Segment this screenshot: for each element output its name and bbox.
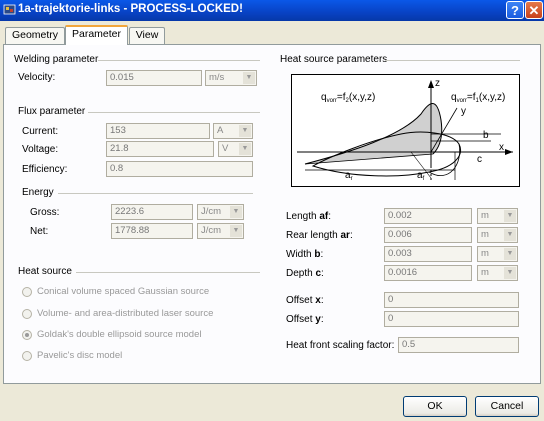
rear-length-unit: m [481,229,489,240]
b-label: b [483,130,489,141]
net-unit: J/cm [201,225,222,236]
heat-params-header: Heat source parameters [280,54,388,65]
chevron-down-icon: ▼ [230,225,242,237]
chevron-down-icon: ▼ [239,125,251,137]
radio-laser[interactable] [22,309,32,319]
net-label: Net: [30,226,49,237]
gross-label: Gross: [30,207,60,218]
rear-length-unit-select[interactable]: m ▼ [477,227,518,243]
length-field[interactable]: 0.002 [384,208,472,224]
net-field[interactable]: 1778.88 [111,223,193,239]
efficiency-label: Efficiency: [22,164,68,175]
tab-view[interactable]: View [129,27,165,44]
welding-divider [98,60,260,61]
scaling-factor-field[interactable]: 0.5 [398,337,519,353]
depth-unit-select[interactable]: m ▼ [477,265,518,281]
tab-geometry[interactable]: Geometry [5,27,65,44]
chevron-down-icon: ▼ [504,229,516,241]
welding-header: Welding parameter [14,54,99,65]
voltage-unit: V [222,143,229,154]
length-unit: m [481,210,489,221]
radio-conical-label: Conical volume spaced Gaussian source [37,286,210,297]
radio-conical[interactable] [22,287,32,297]
width-unit-select[interactable]: m ▼ [477,246,518,262]
offset-x-label: Offset x: [286,295,324,306]
chevron-down-icon: ▼ [504,248,516,260]
velocity-label: Velocity: [18,72,56,83]
length-unit-select[interactable]: m ▼ [477,208,518,224]
offset-x-field[interactable]: 0 [384,292,519,308]
chevron-down-icon: ▼ [504,210,516,222]
energy-header: Energy [22,187,54,198]
heat-source-divider [76,272,260,273]
voltage-unit-select[interactable]: V ▼ [218,141,253,157]
radio-goldak-label: Goldak's double ellipsoid source model [37,329,202,340]
energy-divider [58,193,253,194]
depth-unit: m [481,267,489,278]
voltage-label: Voltage: [22,144,59,155]
length-label: Length af: [286,211,332,222]
gross-field[interactable]: 2223.6 [111,204,193,220]
width-label: Width b: [286,249,324,260]
velocity-unit-select[interactable]: m/s ▼ [205,70,257,86]
efficiency-field[interactable]: 0.8 [106,161,253,177]
window-title: 1a-trajektorie-links - PROCESS-LOCKED! [18,3,243,15]
velocity-unit: m/s [209,72,225,83]
width-unit: m [481,248,489,259]
scaling-factor-label: Heat front scaling factor: [286,340,395,351]
c-label: c [477,154,482,165]
chevron-down-icon: ▼ [230,206,242,218]
offset-y-label: Offset y: [286,314,324,325]
gross-unit: J/cm [201,206,222,217]
x-axis-label: x [499,142,504,153]
y-axis-label: y [461,106,466,117]
chevron-down-icon: ▼ [243,72,255,84]
radio-pavelic[interactable] [22,351,32,361]
offset-y-field[interactable]: 0 [384,311,519,327]
ok-button[interactable]: OK [403,396,467,417]
voltage-field[interactable]: 21.8 [106,141,214,157]
radio-goldak[interactable] [22,330,32,340]
close-button[interactable]: ✕ [525,1,543,19]
depth-field[interactable]: 0.0016 [384,265,472,281]
rear-length-field[interactable]: 0.006 [384,227,472,243]
app-icon [3,4,16,15]
goldak-diagram: qvorr=f2(x,y,z) qvorr=f1(x,y,z) z y x b … [291,74,520,187]
heat-source-header: Heat source [18,266,72,277]
cancel-button[interactable]: Cancel [475,396,539,417]
flux-header: Flux parameter [18,106,86,117]
velocity-field[interactable]: 0.015 [106,70,202,86]
current-label: Current: [22,126,59,137]
current-unit: A [217,125,224,136]
depth-label: Depth c: [286,268,324,279]
current-field[interactable]: 153 [106,123,210,139]
radio-laser-label: Volume- and area-distributed laser sourc… [37,308,214,319]
tab-parameter[interactable]: Parameter [65,25,128,45]
heat-params-divider [385,60,520,61]
net-unit-select[interactable]: J/cm ▼ [197,223,244,239]
rear-length-label: Rear length ar: [286,230,353,241]
flux-divider [88,112,260,113]
gross-unit-select[interactable]: J/cm ▼ [197,204,244,220]
chevron-down-icon: ▼ [504,267,516,279]
current-unit-select[interactable]: A ▼ [213,123,253,139]
radio-pavelic-label: Pavelic's disc model [37,350,123,361]
z-axis-label: z [435,78,440,89]
chevron-down-icon: ▼ [239,143,251,155]
help-button[interactable]: ? [506,1,524,19]
width-field[interactable]: 0.003 [384,246,472,262]
